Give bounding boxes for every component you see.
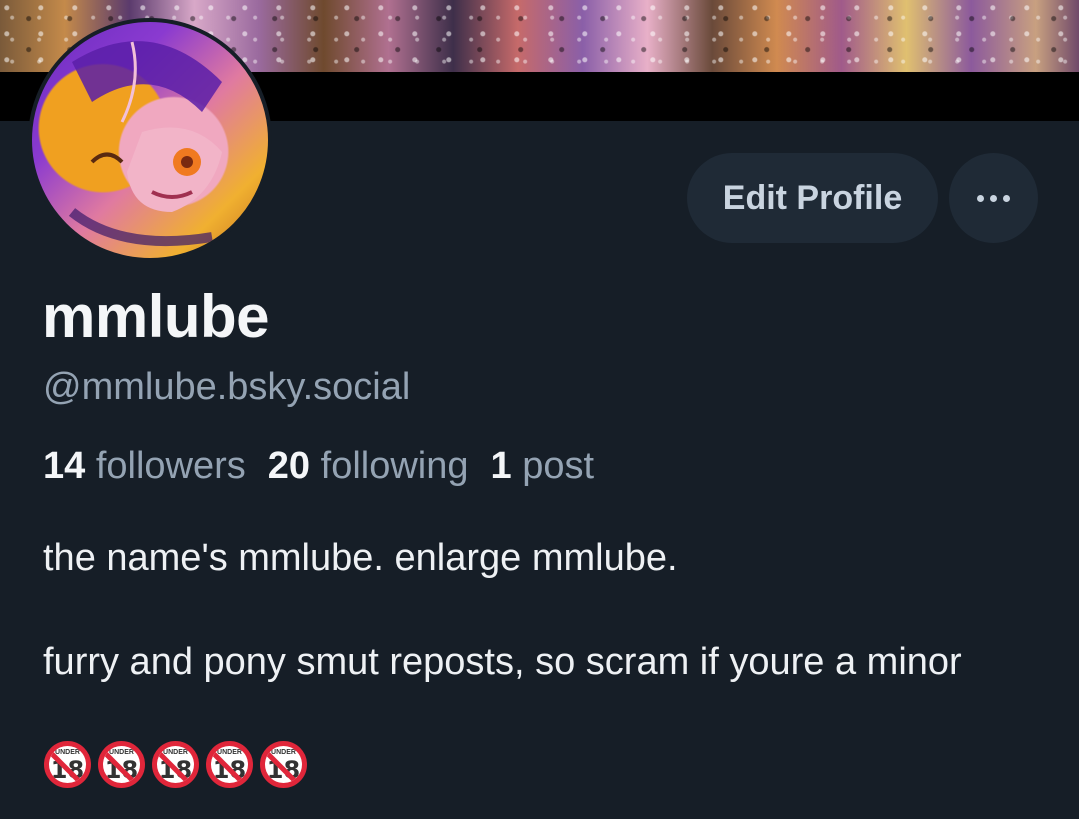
no-under-18-icon: UNDER18 bbox=[260, 741, 307, 788]
edit-profile-button[interactable]: Edit Profile bbox=[687, 153, 938, 243]
more-options-button[interactable] bbox=[949, 153, 1038, 243]
profile-handle: @mmlube.bsky.social bbox=[43, 366, 411, 408]
profile-page: Edit Profile mmlube @mmlube.bsky.social … bbox=[0, 0, 1079, 819]
avatar-illustration bbox=[68, 41, 222, 247]
avatar[interactable] bbox=[28, 18, 272, 262]
posts-label: post bbox=[522, 445, 595, 487]
display-name: mmlube bbox=[42, 283, 270, 350]
no-under-18-icon: UNDER18 bbox=[206, 741, 253, 788]
ellipsis-icon bbox=[977, 194, 1010, 202]
followers-count: 14 bbox=[43, 445, 86, 487]
profile-bio: the name's mmlube. enlarge mmlube. furry… bbox=[43, 537, 962, 683]
bio-emoji-row: UNDER18UNDER18UNDER18UNDER18UNDER18 bbox=[44, 741, 307, 788]
following-link[interactable]: 20 following bbox=[268, 445, 469, 487]
followers-link[interactable]: 14 followers bbox=[43, 445, 246, 487]
following-label: following bbox=[320, 445, 469, 487]
no-under-18-icon: UNDER18 bbox=[152, 741, 199, 788]
posts-count: 1 bbox=[490, 445, 512, 487]
profile-stats: 14 followers 20 following 1 post bbox=[43, 445, 594, 488]
posts-stat: 1 post bbox=[491, 445, 595, 487]
following-count: 20 bbox=[267, 445, 311, 487]
no-under-18-icon: UNDER18 bbox=[44, 741, 91, 788]
no-under-18-icon: UNDER18 bbox=[98, 741, 145, 788]
followers-label: followers bbox=[95, 445, 246, 487]
